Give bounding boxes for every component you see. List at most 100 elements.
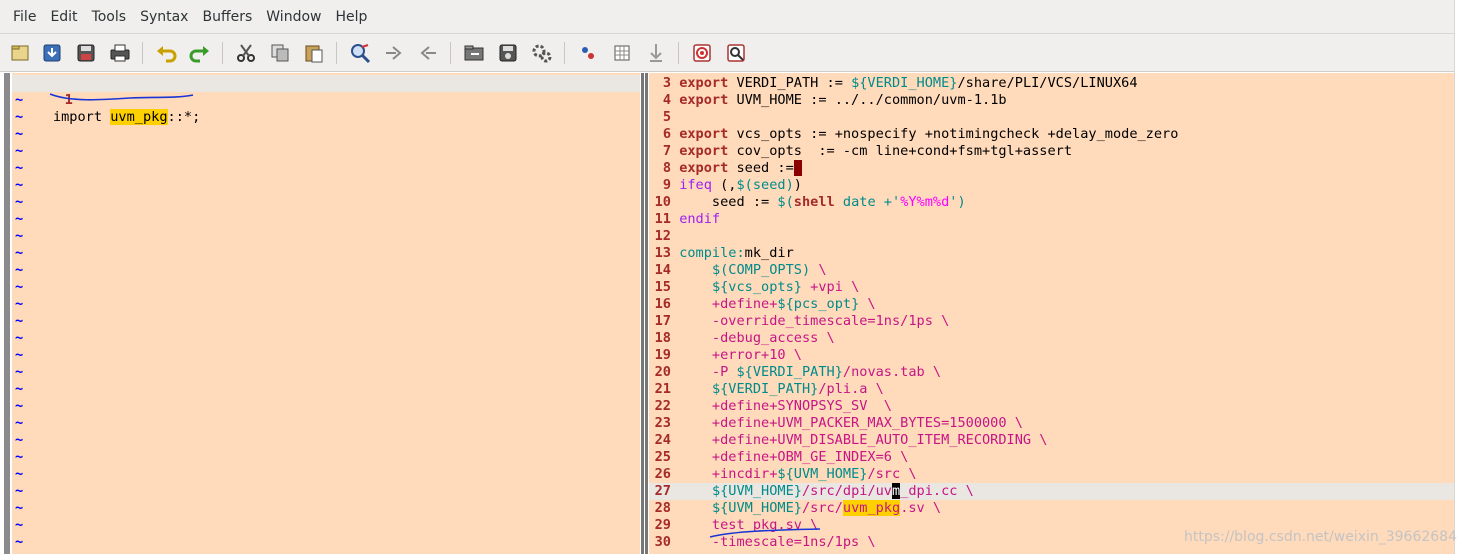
empty-line-marker: ~: [12, 245, 640, 262]
error-marker: [793, 160, 802, 176]
code-line: 15 ${vcs_opts} +vpi \: [649, 279, 1454, 296]
left-editor-pane[interactable]: 1 import uvm_pkg::*; ~ ~ ~ ~ ~ ~ ~ ~ ~ ~ ~ ~ ~ ~ ~ ~ ~ ~ ~…: [12, 73, 640, 554]
redo-icon: [189, 46, 209, 63]
help-button[interactable]: [690, 41, 714, 65]
tilde-marker: ~: [15, 279, 24, 295]
tilde-marker: ~: [15, 228, 24, 244]
copy-button[interactable]: [268, 41, 292, 65]
line-number: 11: [654, 211, 671, 227]
save-all-button[interactable]: [74, 41, 98, 65]
vertical-split-divider[interactable]: [640, 73, 649, 554]
toolbar-separator: [142, 42, 143, 64]
tilde-marker: ~: [15, 432, 24, 448]
menu-window[interactable]: Window: [259, 0, 328, 34]
find-replace-button[interactable]: [348, 41, 372, 65]
toolbar-separator: [678, 42, 679, 64]
undo-button[interactable]: [154, 41, 178, 65]
open-file-button[interactable]: [8, 41, 32, 65]
toolbar: [0, 34, 1454, 72]
empty-line-marker: ~: [12, 398, 640, 415]
tilde-marker: ~: [15, 517, 24, 533]
tilde-marker: ~: [15, 364, 24, 380]
menu-tools[interactable]: Tools: [85, 0, 134, 34]
run-script-button[interactable]: [530, 41, 554, 65]
line-number: 25: [654, 449, 671, 465]
cut-icon: [237, 44, 255, 62]
empty-line-marker: ~: [12, 143, 640, 160]
tilde-marker: ~: [15, 177, 24, 193]
undo-icon: [157, 46, 177, 63]
code-line: 13 compile:mk_dir: [649, 245, 1454, 262]
empty-line-marker: ~: [12, 483, 640, 500]
paste-button[interactable]: [302, 41, 326, 65]
menu-syntax[interactable]: Syntax: [133, 0, 195, 34]
find-next-button[interactable]: [382, 41, 406, 65]
tilde-marker: ~: [15, 415, 24, 431]
cut-button[interactable]: [234, 41, 258, 65]
empty-line-marker: ~: [12, 262, 640, 279]
empty-line-marker: ~: [12, 126, 640, 143]
menu-file[interactable]: File: [6, 0, 43, 34]
save-session-button[interactable]: [496, 41, 520, 65]
line-number: 5: [662, 109, 671, 125]
code-line-cursor: 27 ${UVM_HOME}/src/dpi/uvm_dpi.cc \: [649, 483, 1454, 500]
save-file-icon: [43, 44, 61, 62]
empty-line-marker: ~: [12, 313, 640, 330]
open-file-icon: [11, 45, 29, 61]
scrollbar-thumb[interactable]: [4, 73, 10, 554]
save-all-icon: [77, 44, 95, 62]
menu-help[interactable]: Help: [328, 0, 374, 34]
code-line: 12: [649, 228, 1454, 245]
empty-line-marker: ~: [12, 347, 640, 364]
tilde-marker: ~: [15, 262, 24, 278]
code-line: 19 +error+10 \: [649, 347, 1454, 364]
line-number: 10: [654, 194, 671, 210]
code-line: 10 seed := $(shell date +'%Y%m%d'): [649, 194, 1454, 211]
code-line: 25 +define+OBM_GE_INDEX=6 \: [649, 449, 1454, 466]
line-number: 6: [662, 126, 671, 142]
code-line: 4 export UVM_HOME := ../../common/uvm-1.…: [649, 92, 1454, 109]
run-script-icon: [532, 44, 552, 63]
jump-to-tag-button[interactable]: [644, 41, 668, 65]
code-line: 7 export cov_opts := -cm line+cond+fsm+t…: [649, 143, 1454, 160]
menu-buffers[interactable]: Buffers: [195, 0, 259, 34]
line-number: 7: [662, 143, 671, 159]
find-previous-button[interactable]: [416, 41, 440, 65]
empty-line-marker: ~: [12, 517, 640, 534]
empty-line-marker: ~: [12, 160, 640, 177]
tilde-marker: ~: [15, 211, 24, 227]
make-icon: [582, 47, 594, 59]
code-line: 26 +incdir+${UVM_HOME}/src \: [649, 466, 1454, 483]
empty-line-marker: ~: [12, 432, 640, 449]
line-number: 9: [662, 177, 671, 193]
left-scrollbar[interactable]: [0, 73, 12, 554]
empty-line-marker: ~: [12, 415, 640, 432]
line-number: 21: [654, 381, 671, 397]
tilde-marker: ~: [15, 126, 24, 142]
menu-edit[interactable]: Edit: [43, 0, 84, 34]
code-line: 21 ${VERDI_PATH}/pli.a \: [649, 381, 1454, 398]
tilde-marker: ~: [15, 313, 24, 329]
empty-line-marker: ~: [12, 381, 640, 398]
empty-line-marker: ~: [12, 194, 640, 211]
save-file-button[interactable]: [40, 41, 64, 65]
redo-button[interactable]: [188, 41, 212, 65]
toolbar-separator: [222, 42, 223, 64]
line-number: 20: [654, 364, 671, 380]
line-number: 22: [654, 398, 671, 414]
tilde-marker: ~: [15, 92, 24, 108]
print-button[interactable]: [108, 41, 132, 65]
find-previous-icon: [420, 46, 436, 60]
tilde-marker: ~: [15, 347, 24, 363]
empty-line-marker: ~: [12, 279, 640, 296]
find-help-button[interactable]: [724, 41, 748, 65]
empty-line-marker: ~: [12, 364, 640, 381]
run-ctags-button[interactable]: [610, 41, 634, 65]
code-line: 9 ifeq (,$(seed)): [649, 177, 1454, 194]
load-session-button[interactable]: [462, 41, 486, 65]
search-match: uvm_pkg: [842, 500, 901, 516]
make-button[interactable]: [576, 41, 600, 65]
code-line: 23 +define+UVM_PACKER_MAX_BYTES=1500000 …: [649, 415, 1454, 432]
toolbar-separator: [336, 42, 337, 64]
right-editor-pane[interactable]: 3 export VERDI_PATH := ${VERDI_HOME}/sha…: [649, 73, 1454, 554]
